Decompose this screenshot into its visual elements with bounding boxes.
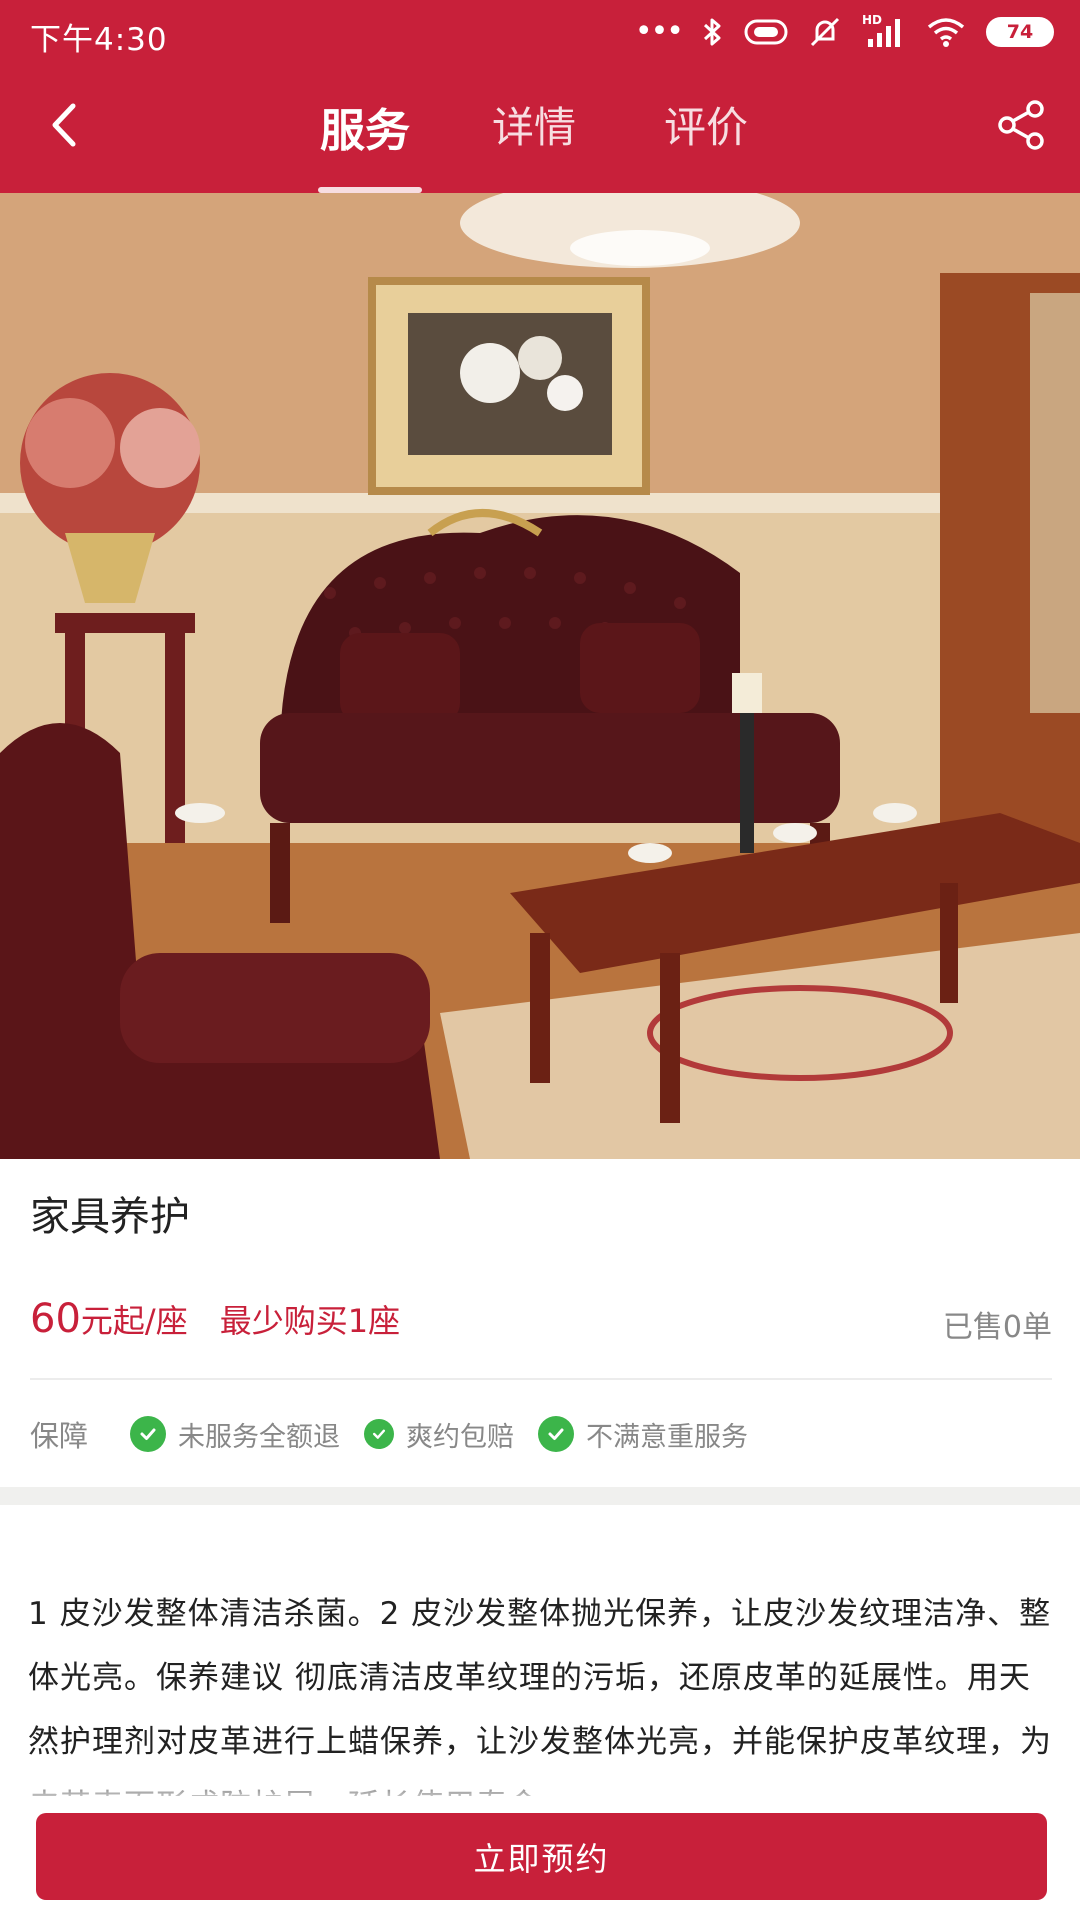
status-bar: 下午4:30 ••• HD 74 <box>0 0 1080 66</box>
nfc-icon <box>744 19 788 45</box>
share-button[interactable] <box>986 90 1056 160</box>
battery-level: 74 <box>1006 21 1034 43</box>
check-circle-icon <box>130 1416 167 1452</box>
section-separator <box>0 1487 1080 1505</box>
price-unit: 元起/座 <box>80 1302 188 1340</box>
battery-icon: 74 <box>986 17 1054 47</box>
product-photo-sofa <box>0 193 1080 1159</box>
guarantee-item: 爽约包赔 <box>364 1415 514 1454</box>
guarantee-label: 保障 <box>30 1419 89 1453</box>
product-image[interactable] <box>0 193 1080 1159</box>
product-title: 家具养护 <box>30 1194 190 1240</box>
header: 下午4:30 ••• HD 74 服务 详情 评价 <box>0 0 1080 193</box>
book-now-button[interactable]: 立即预约 <box>36 1813 1047 1900</box>
min-purchase: 最少购买1座 <box>219 1302 401 1340</box>
guarantee-text: 爽约包赔 <box>406 1421 515 1453</box>
guarantee-item: 未服务全额退 <box>130 1415 340 1454</box>
guarantee-item: 不满意重服务 <box>538 1415 748 1454</box>
service-description: 1 皮沙发整体清洁杀菌。2 皮沙发整体抛光保养，让皮沙发纹理洁净、整体光亮。保养… <box>28 1596 1052 1796</box>
description-fade <box>0 1770 1080 1810</box>
guarantee-text: 未服务全额退 <box>178 1421 341 1453</box>
more-dots-icon: ••• <box>634 14 684 49</box>
price-value: 60 <box>30 1296 81 1342</box>
guarantee-text: 不满意重服务 <box>586 1421 749 1453</box>
signal-icon: HD <box>862 13 906 49</box>
share-icon <box>998 100 1044 150</box>
tab-service[interactable]: 服务 <box>320 94 410 159</box>
sold-count: 已售0单 <box>942 1310 1052 1345</box>
wifi-icon <box>927 18 965 47</box>
check-circle-icon <box>364 1419 395 1449</box>
guarantee-row[interactable]: 保障 未服务全额退 爽约包赔 不满意重服务 <box>30 1410 772 1458</box>
check-circle-icon <box>538 1416 575 1452</box>
status-icons: ••• HD 74 <box>635 12 1054 52</box>
status-time: 下午4:30 <box>30 22 168 58</box>
bluetooth-icon <box>703 18 721 46</box>
top-nav: 服务 详情 评价 <box>0 66 1080 193</box>
tab-reviews[interactable]: 评价 <box>664 94 748 155</box>
divider <box>30 1378 1052 1380</box>
price-row: 60 元起/座 最少购买1座 <box>30 1296 400 1352</box>
back-button[interactable] <box>30 90 100 160</box>
tab-details[interactable]: 详情 <box>492 94 576 155</box>
silent-icon <box>810 17 840 47</box>
chevron-left-icon <box>52 103 76 147</box>
